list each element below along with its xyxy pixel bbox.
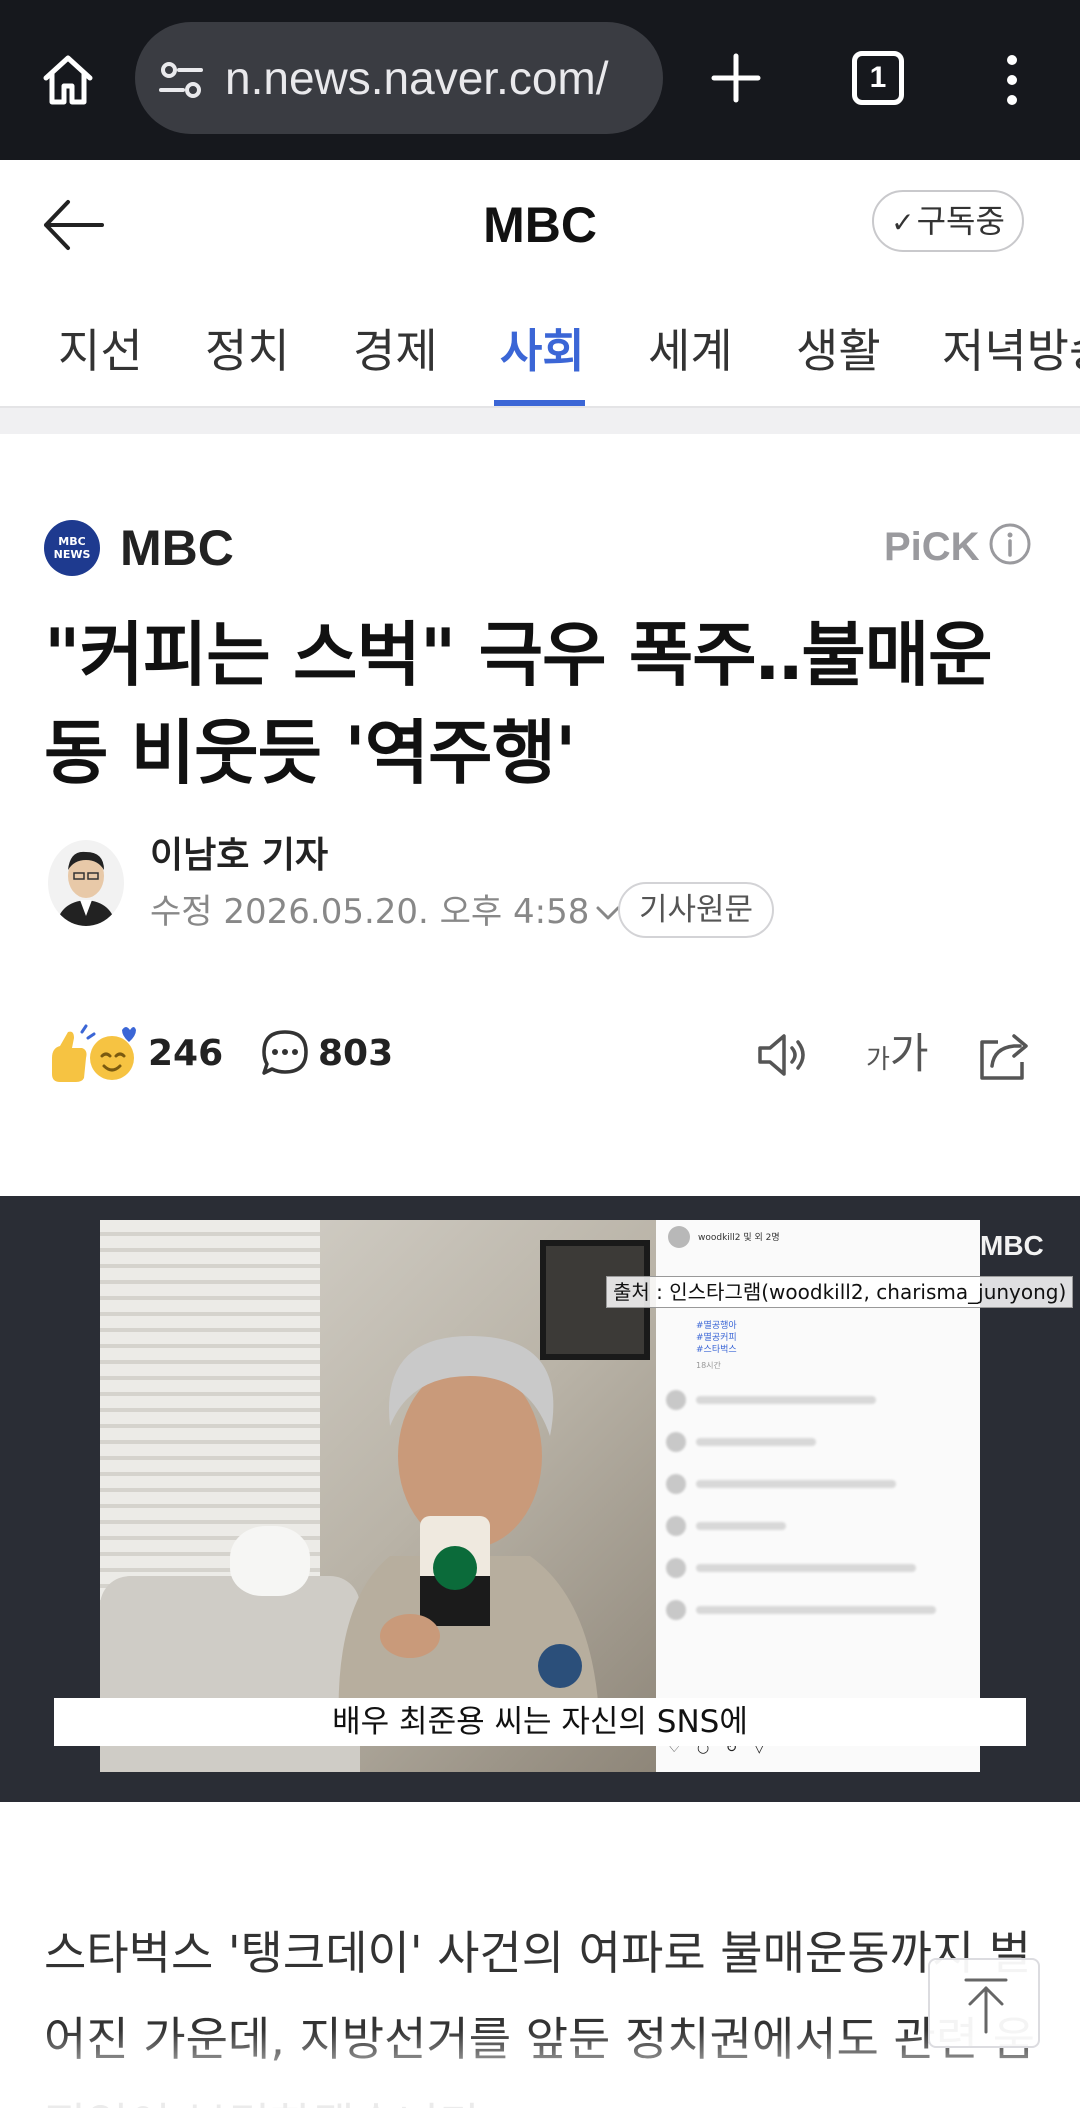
site-settings-icon[interactable] xyxy=(157,58,205,102)
article-video[interactable]: woodkill2 및 외 2명 #멸공행아 #멸공커피 #스타벅스 18시간 … xyxy=(0,1196,1080,1802)
reporter-name[interactable]: 이남호 기자 xyxy=(150,832,328,880)
press-name: MBC xyxy=(120,520,234,576)
url-text[interactable]: n.news.naver.com/ xyxy=(225,46,655,110)
broadcaster-watermark: MBC xyxy=(980,1230,1044,1261)
insta-comment-row xyxy=(666,1558,966,1580)
tab-life[interactable]: 생활 xyxy=(796,316,881,386)
tab-evening-broadcast[interactable]: 저녁방송 xyxy=(942,316,1080,386)
category-tabs: 지선 정치 경제 사회 세계 생활 저녁방송 xyxy=(0,290,1080,408)
insta-comment-row xyxy=(666,1432,966,1454)
source-caption: 출처 : 인스타그램(woodkill2, charisma_junyong) xyxy=(606,1276,1074,1308)
url-bar[interactable]: n.news.naver.com/ xyxy=(135,22,663,134)
article-headline: "커피는 스벅" 극우 폭주‥불매운동 비웃듯 '역주행' xyxy=(44,614,993,794)
reaction-emoji-icon[interactable] xyxy=(46,1022,136,1086)
info-icon[interactable] xyxy=(988,522,1032,566)
pick-badge: PiCK xyxy=(884,525,980,569)
press-logo: MBC NEWS xyxy=(44,520,100,576)
browser-toolbar: n.news.naver.com/ 1 xyxy=(0,0,1080,160)
speaker-icon[interactable] xyxy=(756,1030,812,1080)
home-icon[interactable] xyxy=(38,50,98,110)
tab-jiseon[interactable]: 지선 xyxy=(58,316,143,386)
insta-tag: #멸공행아 xyxy=(696,1321,737,1331)
comment-icon[interactable] xyxy=(260,1028,310,1078)
check-icon: ✓ xyxy=(891,206,915,239)
article-dateline[interactable]: 수정 2026.05.20. 오후 4:58 xyxy=(150,888,621,936)
tab-politics[interactable]: 정치 xyxy=(205,316,290,386)
bottom-fade xyxy=(0,2030,1080,2108)
news-header: MBC ✓구독중 xyxy=(0,160,1080,290)
tab-society[interactable]: 사회 xyxy=(500,316,585,386)
insta-tags: #멸공행아 #멸공커피 #스타벅스 xyxy=(696,1320,737,1356)
insta-comment-row xyxy=(666,1474,966,1496)
active-tab-indicator xyxy=(494,400,585,406)
section-divider xyxy=(0,408,1080,434)
more-vert-icon[interactable] xyxy=(998,52,1026,108)
plus-icon[interactable] xyxy=(708,50,764,106)
arrow-up-icon xyxy=(964,1978,1008,2034)
video-subtitle: 배우 최준용 씨는 자신의 SNS에 xyxy=(54,1698,1026,1746)
subscribe-button[interactable]: ✓구독중 xyxy=(872,190,1024,252)
dateline-text: 수정 2026.05.20. 오후 4:58 xyxy=(150,892,590,932)
dog-figure xyxy=(230,1526,310,1596)
share-icon[interactable] xyxy=(976,1028,1032,1082)
scroll-to-top-button[interactable] xyxy=(928,1958,1040,2048)
insta-comment-row xyxy=(666,1600,966,1622)
reporter-avatar[interactable] xyxy=(48,840,124,926)
tab-switcher-icon[interactable]: 1 xyxy=(852,51,904,105)
insta-time: 18시간 xyxy=(696,1361,721,1370)
insta-comment-row xyxy=(666,1516,966,1538)
font-size-icon[interactable]: 가가 xyxy=(866,1028,929,1086)
insta-comment-row xyxy=(666,1390,966,1412)
comment-count: 803 xyxy=(318,1033,394,1074)
insta-avatar xyxy=(668,1226,690,1248)
insta-tag: #멸공커피 xyxy=(696,1333,737,1343)
reaction-count: 246 xyxy=(148,1033,224,1074)
person-figure xyxy=(338,1336,600,1746)
tab-world[interactable]: 세계 xyxy=(648,316,733,386)
insta-tag: #스타벅스 xyxy=(696,1345,737,1355)
original-article-button[interactable]: 기사원문 xyxy=(618,882,774,938)
tab-economy[interactable]: 경제 xyxy=(353,316,438,386)
subscribe-label: 구독중 xyxy=(916,202,1005,240)
insta-handle: woodkill2 및 외 2명 xyxy=(698,1233,780,1243)
font-size-small-label: 가 xyxy=(866,1045,890,1075)
font-size-large-label: 가 xyxy=(889,1029,929,1078)
